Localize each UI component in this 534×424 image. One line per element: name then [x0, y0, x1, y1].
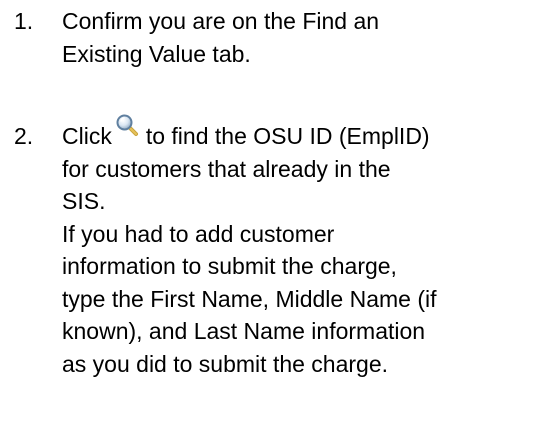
step-text: Confirm you are on the Find an Existing …	[62, 5, 530, 70]
step-line: SIS.	[62, 188, 106, 214]
step-line: Existing Value tab.	[62, 40, 251, 67]
step-line: type the First Name, Middle Name (if	[62, 285, 437, 312]
magnifying-glass-icon	[115, 113, 139, 137]
step-line: information to submit the charge,	[62, 253, 397, 279]
click-word: Click	[62, 123, 112, 149]
step-text: Click to find the OSU ID (EmplID) for cu…	[62, 114, 530, 380]
step-line: Click to find the OSU ID (EmplID)	[62, 114, 530, 153]
step-number: 1.	[14, 8, 34, 34]
step-line: for customers that already in the	[62, 155, 391, 182]
step-line-rest: to find the OSU ID (EmplID)	[145, 123, 430, 149]
step-number: 2.	[14, 123, 34, 149]
step-line: Confirm you are on the Find an	[62, 8, 380, 34]
step-line: known), and Last Name information	[62, 318, 426, 344]
step-line: as you did to submit the charge.	[62, 350, 389, 377]
step-line: If you had to add customer	[62, 220, 335, 247]
